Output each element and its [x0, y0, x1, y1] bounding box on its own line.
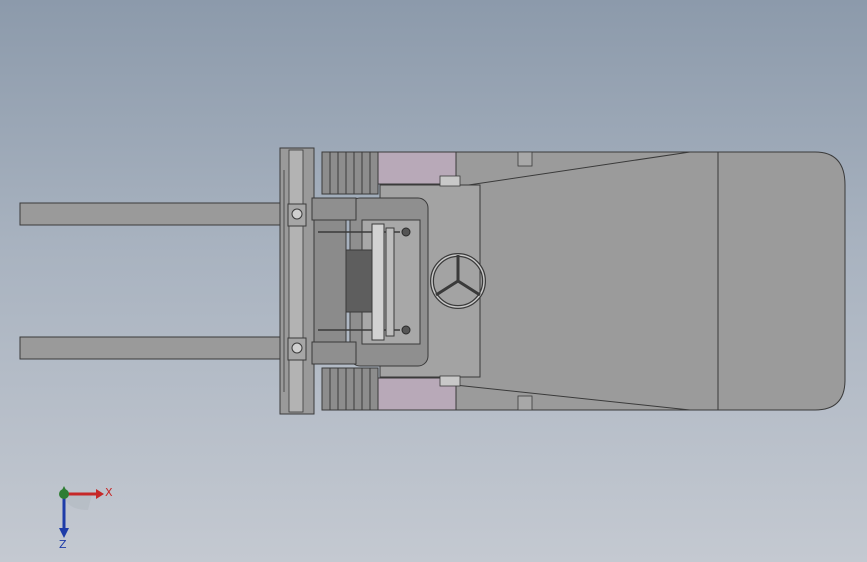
fork-lower[interactable] — [19, 336, 289, 360]
x-axis-label: X — [105, 486, 113, 499]
z-axis-label: Z — [59, 538, 67, 551]
fork-upper[interactable] — [19, 202, 289, 226]
fork-clip-upper[interactable] — [287, 203, 307, 227]
fork-clip-lower[interactable] — [287, 337, 307, 361]
forklift-model[interactable] — [0, 0, 867, 562]
coordinate-triad: X Z — [44, 480, 124, 551]
rear-body[interactable] — [454, 151, 846, 411]
cad-viewport[interactable]: X Z — [0, 0, 867, 562]
